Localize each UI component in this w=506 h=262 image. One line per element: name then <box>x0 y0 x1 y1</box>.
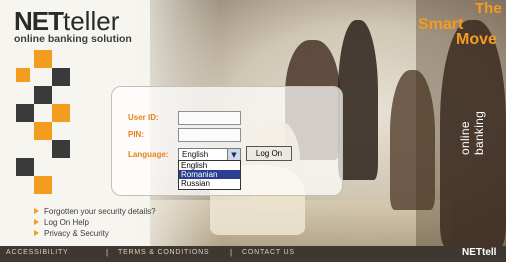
footer-accessibility-link[interactable]: ACCESSIBILITY <box>6 249 69 256</box>
decor-square <box>16 158 34 176</box>
language-option-highlighted[interactable]: Romanian <box>179 170 240 179</box>
footer-separator: | <box>230 248 233 257</box>
arrow-right-icon <box>34 230 39 236</box>
decor-square <box>34 176 52 194</box>
decor-square <box>34 86 52 104</box>
logo-net: NET <box>14 6 64 36</box>
help-links: Forgotten your security details? Log On … <box>34 206 156 239</box>
footer-contact-link[interactable]: CONTACT US <box>242 249 295 256</box>
forgotten-security-details-link[interactable]: Forgotten your security details? <box>34 206 156 217</box>
slogan-move: Move <box>456 31 497 48</box>
decor-square <box>52 104 70 122</box>
language-dropdown-list: English Romanian Russian <box>178 160 241 190</box>
arrow-right-icon <box>34 208 39 214</box>
user-id-label: User ID: <box>128 113 159 122</box>
decor-square <box>16 104 34 122</box>
logo-teller: teller <box>63 6 120 36</box>
chess-piece-image <box>338 20 378 180</box>
decor-square <box>34 122 52 140</box>
logo-tagline: online banking solution <box>14 33 132 45</box>
pin-label: PIN: <box>128 130 144 139</box>
decor-square <box>16 68 30 82</box>
pin-input[interactable] <box>178 128 241 142</box>
footer-bar: ACCESSIBILITY | TERMS & CONDITIONS | CON… <box>0 246 506 262</box>
arrow-right-icon <box>34 219 39 225</box>
online-banking-vertical-text: online banking <box>458 110 486 155</box>
user-id-input[interactable] <box>178 111 241 125</box>
language-selected-value: English <box>182 150 209 159</box>
privacy-security-link[interactable]: Privacy & Security <box>34 228 156 239</box>
language-option[interactable]: Russian <box>179 179 240 188</box>
decor-square <box>52 68 70 86</box>
language-option[interactable]: English <box>179 161 240 170</box>
decor-square <box>34 50 52 68</box>
decor-square <box>52 140 70 158</box>
slogan-the: The <box>475 0 502 17</box>
netteller-page: NETteller online banking solution The Sm… <box>0 0 506 262</box>
footer-separator: | <box>106 248 109 257</box>
netteller-logo[interactable]: NETteller online banking solution <box>14 6 132 45</box>
log-on-button[interactable]: Log On <box>246 146 292 161</box>
log-on-help-link[interactable]: Log On Help <box>34 217 156 228</box>
footer-terms-link[interactable]: TERMS & CONDITIONS <box>118 249 209 256</box>
footer-logo: NETtell <box>462 247 497 258</box>
language-label: Language: <box>128 150 169 159</box>
